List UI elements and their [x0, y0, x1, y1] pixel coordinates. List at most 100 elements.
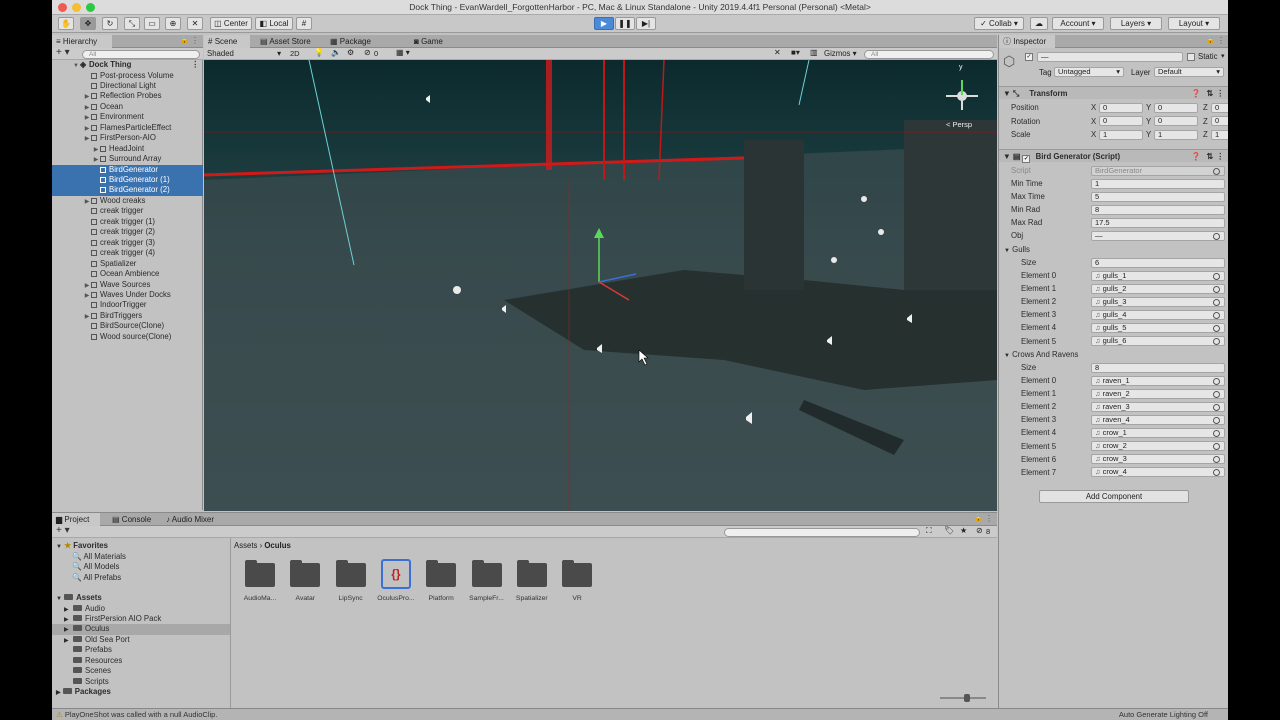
pause-button[interactable]: ❚❚: [615, 17, 635, 30]
light-icon[interactable]: [831, 257, 837, 263]
asset-tree-item[interactable]: ▶ FirstPersion AIO Pack: [52, 614, 230, 625]
hierarchy-item[interactable]: ▶ BirdTriggers: [52, 311, 203, 322]
packages-root-row[interactable]: ▶ Packages: [56, 687, 111, 698]
audio-clip-field[interactable]: ♫ gulls_3: [1091, 296, 1225, 307]
crows-foldout[interactable]: ▼ Crows And Ravens: [999, 348, 1228, 361]
audio-clip-field[interactable]: ♫ crow_2: [1091, 441, 1225, 451]
foldout-arrow-icon[interactable]: ▼: [1003, 152, 1011, 161]
asset-grid-item[interactable]: AudioMa...: [238, 560, 282, 602]
hierarchy-item[interactable]: ▶ Wave Sources: [52, 280, 203, 291]
hierarchy-item[interactable]: BirdGenerator (2): [52, 185, 203, 196]
hierarchy-item[interactable]: ▶ Waves Under Docks: [52, 290, 203, 301]
object-name-field[interactable]: —: [1037, 52, 1183, 62]
tools-icon[interactable]: ✕: [774, 48, 781, 57]
filter-type-icon[interactable]: ⛶: [926, 526, 932, 536]
step-button[interactable]: ▶|: [636, 17, 656, 30]
asset-tree-item[interactable]: Prefabs: [52, 645, 230, 656]
favorite-item[interactable]: 🔍 All Models: [72, 562, 119, 573]
tab-scene[interactable]: # Scene: [204, 35, 250, 48]
field-input[interactable]: 5: [1091, 191, 1225, 202]
foldout-arrow-icon[interactable]: ▼: [56, 596, 62, 602]
crows-size-field[interactable]: 8: [1091, 362, 1225, 373]
hierarchy-item[interactable]: BirdGenerator: [52, 164, 203, 176]
audio-clip-field[interactable]: ♫ raven_1: [1091, 375, 1225, 386]
foldout-arrow-icon[interactable]: ▼: [56, 544, 62, 550]
tab-package-manager[interactable]: ▦ Package Manager: [326, 35, 400, 59]
asset-tree-item[interactable]: ▶ Audio: [52, 604, 230, 615]
audio-clip-field[interactable]: ♫ gulls_6: [1091, 336, 1225, 346]
tab-audio-mixer[interactable]: ♪ Audio Mixer: [162, 513, 228, 526]
active-checkbox[interactable]: ✓: [1025, 53, 1033, 61]
icon-size-slider[interactable]: [940, 694, 986, 702]
hierarchy-item[interactable]: ▶ FlamesParticleEffect: [52, 123, 203, 134]
collab-button[interactable]: ✓ Collab ▾: [974, 17, 1024, 30]
filter-label-icon[interactable]: 🏷: [944, 526, 954, 535]
custom-tool-button[interactable]: ✕: [187, 17, 203, 30]
object-picker-icon[interactable]: [1213, 443, 1220, 450]
asset-tree-item[interactable]: Resources: [52, 656, 230, 667]
lock-icon[interactable]: 🔒: [974, 514, 983, 522]
favorites-row[interactable]: ▼ ★ Favorites: [56, 541, 108, 552]
axis-label[interactable]: Y: [1146, 128, 1151, 141]
breadcrumb-assets[interactable]: Assets: [234, 541, 257, 550]
hierarchy-item[interactable]: Ocean Ambience: [52, 269, 203, 280]
hierarchy-item[interactable]: creak trigger (4): [52, 248, 203, 259]
light-icon[interactable]: [453, 286, 461, 294]
add-component-button[interactable]: Add Component: [1039, 490, 1189, 503]
cloud-button[interactable]: ☁: [1030, 17, 1048, 30]
tab-inspector[interactable]: ⓘ Inspector: [999, 35, 1055, 48]
asset-tree-item[interactable]: ▶ Oculus: [52, 624, 230, 635]
gulls-size-field[interactable]: 6: [1091, 257, 1225, 268]
object-picker-icon[interactable]: [1213, 456, 1220, 464]
bird-generator-header[interactable]: ▼ ▤ ✓ Bird Generator (Script) ❓ ⇅ ⋮: [999, 149, 1228, 163]
audio-clip-field[interactable]: ♫ crow_1: [1091, 427, 1225, 438]
transform-z-field[interactable]: 0: [1211, 102, 1228, 113]
scene-root-row[interactable]: ▼◈ Dock Thing ⋮: [52, 60, 203, 71]
axis-label[interactable]: X: [1091, 101, 1096, 114]
hierarchy-item[interactable]: IndoorTrigger: [52, 300, 203, 311]
hierarchy-item[interactable]: Post-process Volume: [52, 71, 203, 82]
persp-label[interactable]: < Persp: [946, 120, 972, 129]
pivot-local-toggle[interactable]: ◧ Local: [255, 17, 293, 30]
foldout-arrow-icon[interactable]: ▼: [1004, 353, 1010, 359]
hand-tool-button[interactable]: ✋: [58, 17, 74, 30]
static-checkbox[interactable]: [1187, 53, 1195, 61]
create-plus-icon[interactable]: + ▾: [56, 47, 70, 58]
asset-grid-item[interactable]: VR: [555, 560, 599, 602]
pivot-center-toggle[interactable]: ◫ Center: [210, 17, 252, 30]
transform-z-field[interactable]: 0: [1211, 116, 1228, 126]
object-picker-icon[interactable]: [1213, 469, 1220, 477]
audio-clip-field[interactable]: ♫ crow_3: [1091, 454, 1225, 465]
lighting-toggle-icon[interactable]: 💡: [314, 48, 324, 57]
rect-tool-button[interactable]: ▭: [144, 17, 160, 30]
preset-icon[interactable]: ⇅: [1206, 87, 1213, 100]
light-icon[interactable]: [861, 196, 867, 202]
transform-y-field[interactable]: 0: [1154, 116, 1198, 126]
hierarchy-item[interactable]: ▶ Ocean: [52, 102, 203, 113]
hidden-objects-icon[interactable]: ⊘: [364, 48, 371, 57]
transform-x-field[interactable]: 0: [1099, 102, 1143, 113]
hierarchy-item[interactable]: ▶ HeadJoint: [52, 144, 203, 155]
hierarchy-item[interactable]: Wood source(Clone): [52, 332, 203, 343]
lock-icon[interactable]: 🔒: [180, 36, 189, 44]
hidden-packages-icon[interactable]: ⊘: [976, 526, 983, 535]
transform-x-field[interactable]: 0: [1099, 116, 1143, 126]
static-dropdown-chevron[interactable]: ▾: [1221, 52, 1225, 60]
transform-z-field[interactable]: 1: [1211, 129, 1228, 140]
asset-grid-item[interactable]: LipSync: [329, 560, 373, 602]
play-button[interactable]: ▶: [594, 17, 614, 30]
field-input[interactable]: —: [1091, 230, 1225, 241]
scale-tool-button[interactable]: ⤡: [124, 17, 140, 30]
transform-tool-button[interactable]: ⊕: [165, 17, 181, 30]
panel-menu-icon[interactable]: ⋮: [191, 36, 199, 45]
asset-grid-item[interactable]: Spatializer: [510, 560, 554, 602]
axis-label[interactable]: Z: [1203, 128, 1208, 141]
gizmos-dropdown[interactable]: Gizmos ▾: [824, 49, 857, 58]
field-input[interactable]: 17.5: [1091, 217, 1225, 228]
audio-clip-field[interactable]: ♫ gulls_5: [1091, 322, 1225, 333]
foldout-arrow-icon[interactable]: ▼: [1004, 248, 1010, 254]
object-picker-icon[interactable]: [1213, 311, 1220, 319]
audio-clip-field[interactable]: ♫ gulls_2: [1091, 283, 1225, 294]
axis-label[interactable]: Y: [1146, 115, 1151, 128]
component-menu-icon[interactable]: ⋮: [1216, 87, 1224, 100]
